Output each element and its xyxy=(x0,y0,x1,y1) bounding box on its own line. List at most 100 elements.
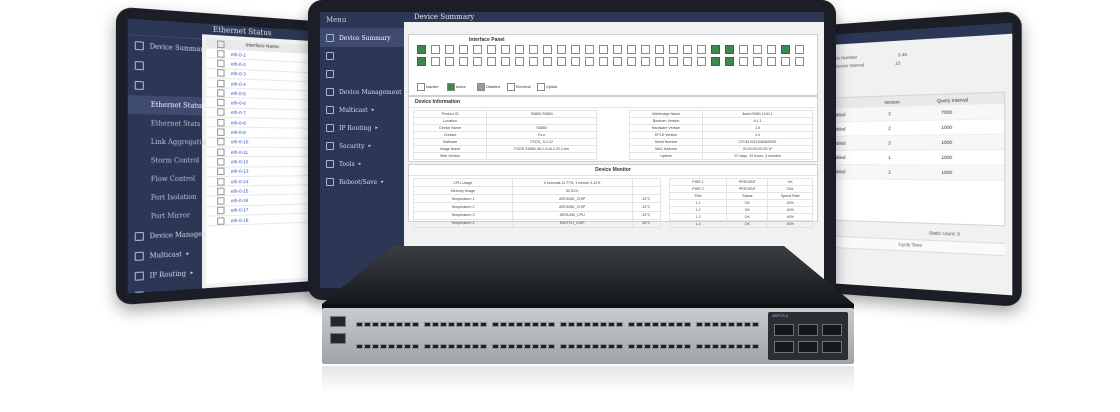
interface-link[interactable]: eth-0-11 xyxy=(231,149,248,154)
port-icon[interactable] xyxy=(739,45,748,54)
row-checkbox[interactable] xyxy=(217,50,224,58)
menu-item-storm-control[interactable]: Storm Control xyxy=(128,152,202,171)
port-icon[interactable] xyxy=(529,45,538,54)
port-icon[interactable] xyxy=(711,57,720,66)
port-icon[interactable] xyxy=(445,45,454,54)
menu-item-ethernet-status[interactable]: Ethernet Status xyxy=(128,95,202,115)
row-checkbox[interactable] xyxy=(217,109,224,117)
interface-link[interactable]: eth-0-1 xyxy=(231,51,246,57)
interface-link[interactable]: eth-0-4 xyxy=(231,81,246,87)
port-icon[interactable] xyxy=(683,45,692,54)
port-icon[interactable] xyxy=(725,45,734,54)
port-icon[interactable] xyxy=(473,57,482,66)
interface-row[interactable]: eth-0-18 xyxy=(206,213,314,226)
port-icon[interactable] xyxy=(417,45,426,54)
menu-item-device-management[interactable]: Device Management▸ xyxy=(320,83,404,101)
menu-item-ethernet-stats[interactable]: Ethernet Stats xyxy=(128,114,202,134)
menu-item-ip-routing[interactable]: IP Routing ▸ xyxy=(320,119,404,137)
port-icon[interactable] xyxy=(529,57,538,66)
row-checkbox[interactable] xyxy=(217,59,224,67)
port-icon[interactable] xyxy=(613,57,622,66)
port-icon[interactable] xyxy=(795,45,804,54)
menu-item-link-aggregation[interactable]: Link Aggregation xyxy=(128,133,202,152)
row-checkbox[interactable] xyxy=(217,119,224,127)
interface-link[interactable]: eth-0-16 xyxy=(231,198,249,204)
interface-link[interactable]: eth-0-12 xyxy=(231,159,249,164)
port-icon[interactable] xyxy=(459,45,468,54)
port-icon[interactable] xyxy=(585,57,594,66)
interface-link[interactable]: eth-0-13 xyxy=(231,169,249,174)
row-checkbox[interactable] xyxy=(217,187,224,195)
row-checkbox[interactable] xyxy=(217,79,224,87)
select-all-checkbox[interactable] xyxy=(217,40,224,48)
port-icon[interactable] xyxy=(767,45,776,54)
row-checkbox[interactable] xyxy=(217,178,224,186)
port-icon[interactable] xyxy=(501,45,510,54)
interface-link[interactable]: eth-0-7 xyxy=(231,110,246,116)
row-checkbox[interactable] xyxy=(217,197,224,205)
interface-link[interactable]: eth-0-3 xyxy=(231,71,246,77)
port-icon[interactable] xyxy=(781,45,790,54)
port-icon[interactable] xyxy=(641,57,650,66)
menu-item-item-2[interactable] xyxy=(128,75,202,97)
port-icon[interactable] xyxy=(613,45,622,54)
port-icon[interactable] xyxy=(417,57,426,66)
port-icon[interactable] xyxy=(501,57,510,66)
menu-item-security[interactable]: Security▸ xyxy=(320,137,404,155)
port-icon[interactable] xyxy=(683,57,692,66)
row-checkbox[interactable] xyxy=(217,217,224,225)
port-icon[interactable] xyxy=(669,45,678,54)
port-icon[interactable] xyxy=(431,45,440,54)
port-icon[interactable] xyxy=(627,57,636,66)
interface-link[interactable]: eth-0-5 xyxy=(231,91,246,97)
interface-link[interactable]: eth-0-17 xyxy=(231,208,249,214)
port-icon[interactable] xyxy=(753,57,762,66)
menu-item-item-2[interactable] xyxy=(320,65,404,83)
port-icon[interactable] xyxy=(739,57,748,66)
row-checkbox[interactable] xyxy=(217,69,224,77)
port-icon[interactable] xyxy=(543,45,552,54)
row-checkbox[interactable] xyxy=(217,89,224,97)
port-icon[interactable] xyxy=(473,45,482,54)
menu-item-flow-control[interactable]: Flow Control xyxy=(128,170,202,189)
interface-link[interactable]: eth-0-2 xyxy=(231,61,246,67)
port-icon[interactable] xyxy=(641,45,650,54)
port-icon[interactable] xyxy=(557,57,566,66)
port-icon[interactable] xyxy=(599,45,608,54)
port-icon[interactable] xyxy=(431,57,440,66)
row-checkbox[interactable] xyxy=(217,148,224,155)
row-checkbox[interactable] xyxy=(217,168,224,175)
row-checkbox[interactable] xyxy=(217,158,224,165)
port-icon[interactable] xyxy=(487,45,496,54)
port-icon[interactable] xyxy=(445,57,454,66)
row-checkbox[interactable] xyxy=(217,128,224,135)
port-icon[interactable] xyxy=(585,45,594,54)
menu-item-device-summary[interactable]: Device Summary xyxy=(320,29,404,47)
interface-link[interactable]: eth-0-9 xyxy=(231,130,246,135)
row-checkbox[interactable] xyxy=(217,138,224,145)
port-icon[interactable] xyxy=(515,57,524,66)
port-icon[interactable] xyxy=(725,57,734,66)
port-icon[interactable] xyxy=(655,57,664,66)
port-icon[interactable] xyxy=(697,57,706,66)
port-icon[interactable] xyxy=(627,45,636,54)
port-icon[interactable] xyxy=(753,45,762,54)
port-icon[interactable] xyxy=(459,57,468,66)
menu-item-tools[interactable]: Tools ▸ xyxy=(320,155,404,173)
port-icon[interactable] xyxy=(599,57,608,66)
interface-link[interactable]: eth-0-6 xyxy=(231,100,246,106)
port-icon[interactable] xyxy=(571,57,580,66)
interface-row[interactable]: eth-0-11 xyxy=(206,147,314,157)
interface-row[interactable]: eth-0-10 xyxy=(206,138,314,148)
row-checkbox[interactable] xyxy=(217,207,224,215)
port-icon[interactable] xyxy=(487,57,496,66)
port-icon[interactable] xyxy=(781,57,790,66)
interface-link[interactable]: eth-0-18 xyxy=(231,217,249,223)
port-icon[interactable] xyxy=(669,57,678,66)
port-icon[interactable] xyxy=(697,45,706,54)
menu-item-port-isolation[interactable]: Port Isolation xyxy=(128,188,202,208)
menu-item-item-1[interactable] xyxy=(320,47,404,65)
interface-link[interactable]: eth-0-10 xyxy=(231,139,249,144)
port-icon[interactable] xyxy=(571,45,580,54)
interface-link[interactable]: eth-0-8 xyxy=(231,120,246,125)
